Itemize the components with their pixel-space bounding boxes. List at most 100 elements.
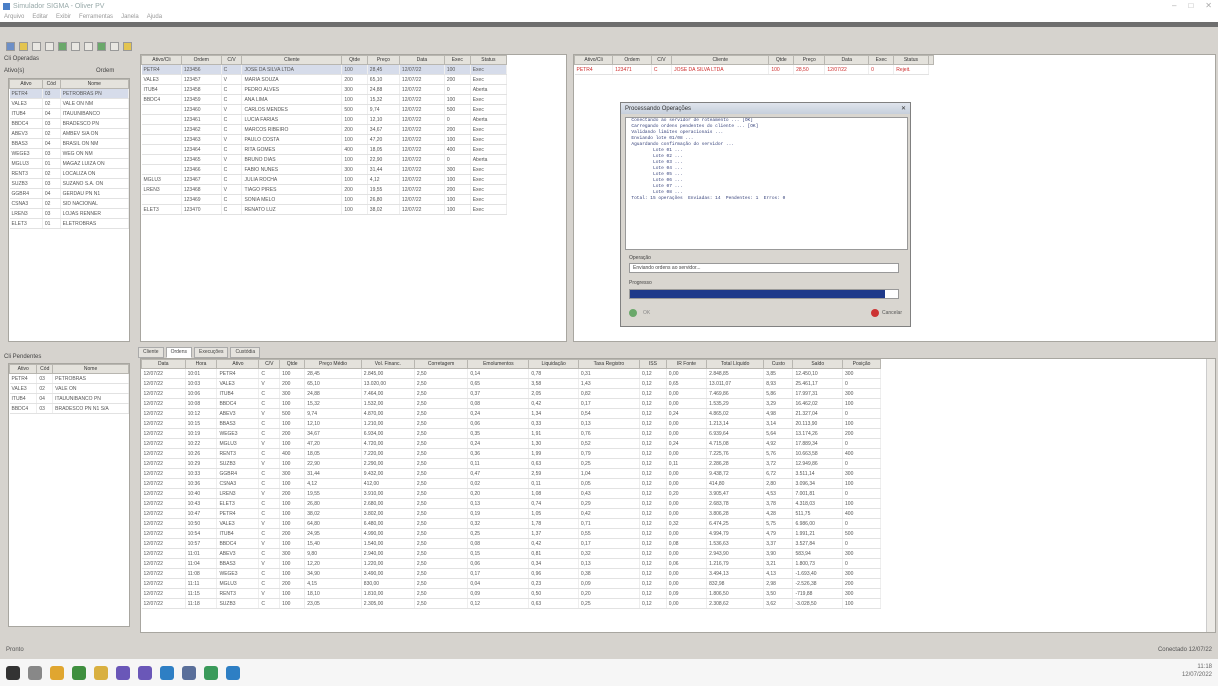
table-row[interactable]: 12/07/22 10:06 ITUB4 C 300 24,88 7.464,00 2,50 0… bbox=[141, 388, 881, 399]
column-header[interactable]: Exec bbox=[443, 55, 471, 65]
print-icon[interactable] bbox=[45, 41, 54, 51]
table-row[interactable]: 12/07/22 10:03 VALE3 V 200 65,10 13.020,00 2,50… bbox=[141, 378, 881, 389]
excel-icon[interactable] bbox=[138, 665, 152, 680]
table-row[interactable]: 12/07/22 10:40 LREN3 V 200 19,55 3.910,00 2,50 0… bbox=[141, 488, 881, 499]
table-row[interactable]: BBDC4 03 BRADESCO PN N1 S/A bbox=[9, 403, 129, 414]
table-row[interactable]: PETR4 123456 C JOSE DA SILVA LTDA 100 28,45 12… bbox=[141, 64, 508, 75]
table-row[interactable]: VALE3 02 VALE ON NM bbox=[9, 98, 129, 109]
help-icon[interactable] bbox=[123, 41, 132, 51]
table-row[interactable]: LREN3 03 LOJAS RENNER bbox=[9, 208, 129, 219]
table-row[interactable]: 12/07/22 10:57 BBDC4 V 100 15,40 1.540,00 2,50 0… bbox=[141, 538, 881, 549]
column-header[interactable]: Status bbox=[469, 55, 508, 65]
column-header[interactable]: Preço bbox=[793, 55, 826, 65]
column-header[interactable]: C/V bbox=[650, 55, 673, 65]
column-header[interactable]: Nome bbox=[52, 364, 129, 374]
column-header[interactable]: Hora bbox=[184, 359, 218, 369]
column-header[interactable]: Total Líquido bbox=[706, 359, 765, 369]
table-row[interactable]: 123465 V BRUNO DIAS 100 22,90 12/07/22 0 Aberta bbox=[141, 154, 508, 165]
tab-orders[interactable]: Ordens bbox=[165, 347, 192, 358]
column-header[interactable]: Custo bbox=[763, 359, 794, 369]
column-header[interactable]: Preço Médio bbox=[304, 359, 362, 369]
table-row[interactable]: MGLU3 123467 C JULIA ROCHA 100 4,12 12/07/22 10… bbox=[141, 174, 508, 185]
table-row[interactable]: 12/07/22 10:33 GGBR4 C 300 31,44 9.432,00 2,50 0… bbox=[141, 468, 881, 479]
table-row[interactable]: 123460 V CARLOS MENDES 500 9,74 12/07/22 500 Ex… bbox=[141, 104, 508, 115]
column-header[interactable]: C/V bbox=[220, 55, 243, 65]
column-header[interactable]: Taxa Registro bbox=[577, 359, 640, 369]
minimize-button[interactable]: – bbox=[1172, 1, 1176, 10]
table-row[interactable]: ITUB4 123458 C PEDRO ALVES 300 24,88 12/07/22 0… bbox=[141, 84, 508, 95]
table-row[interactable]: 12/07/22 11:11 MGLU3 C 200 4,15 830,00 2,50 0,04… bbox=[141, 578, 881, 589]
table-row[interactable]: BBAS3 04 BRASIL ON NM bbox=[9, 138, 129, 149]
column-header[interactable]: Data bbox=[141, 359, 186, 369]
maximize-button[interactable]: □ bbox=[1188, 1, 1193, 10]
files-icon[interactable] bbox=[50, 665, 64, 680]
simulator-icon[interactable] bbox=[226, 665, 240, 680]
column-header[interactable]: Emolumentos bbox=[467, 359, 530, 369]
search-icon[interactable] bbox=[71, 41, 80, 51]
table-row[interactable]: CSNA3 02 SID NACIONAL bbox=[9, 198, 129, 209]
table-row[interactable]: 12/07/22 10:22 MGLU3 V 100 47,20 4.720,00 2,50 0… bbox=[141, 438, 881, 449]
table-row[interactable]: PETR4 03 PETROBRAS PN bbox=[9, 88, 129, 99]
chrome-icon[interactable] bbox=[72, 665, 86, 680]
table-row[interactable]: 123461 C LUCIA FARIAS 100 12,10 12/07/22 0 Aber… bbox=[141, 114, 508, 125]
menu-window[interactable]: Janela bbox=[121, 14, 139, 20]
column-header[interactable]: Cliente bbox=[241, 55, 343, 65]
mail-icon[interactable] bbox=[94, 665, 108, 680]
table-row[interactable]: WEGE3 03 WEG ON NM bbox=[9, 148, 129, 159]
column-header[interactable]: Ativo/Cli bbox=[574, 55, 614, 65]
table-row[interactable]: 123469 C SONIA MELO 100 26,80 12/07/22 100 Exec bbox=[141, 194, 508, 205]
tab-custody[interactable]: Custódia bbox=[230, 347, 261, 358]
table-row[interactable]: ITUB4 04 ITAUUNIBANCO PN bbox=[9, 393, 129, 404]
table-row[interactable]: ITUB4 04 ITAUUNIBANCO bbox=[9, 108, 129, 119]
column-header[interactable]: Liquidação bbox=[528, 359, 579, 369]
table-row[interactable]: 12/07/22 10:47 PETR4 C 100 38,02 3.802,00 2,50 0… bbox=[141, 508, 881, 519]
column-header[interactable]: IR Fonte bbox=[665, 359, 708, 369]
table-row[interactable]: PETR4 03 PETROBRAS bbox=[9, 373, 129, 384]
table-row[interactable]: 12/07/22 10:01 PETR4 C 100 28,45 2.845,00 2,50 0… bbox=[141, 368, 881, 379]
column-header[interactable]: Ordem bbox=[180, 55, 222, 65]
column-header[interactable]: Data bbox=[824, 55, 870, 65]
table-row[interactable]: 12/07/22 11:08 WEGE3 C 100 34,90 3.490,00 2,50 0… bbox=[141, 568, 881, 579]
column-header[interactable]: Status bbox=[893, 55, 929, 65]
column-header[interactable]: Ativo bbox=[9, 79, 43, 89]
column-header[interactable]: Cód bbox=[36, 364, 54, 374]
filter-icon[interactable] bbox=[84, 41, 93, 51]
open-icon[interactable] bbox=[19, 41, 28, 51]
table-row[interactable]: 12/07/22 11:18 SUZB3 C 100 23,05 2.305,00 2,50 0… bbox=[141, 598, 881, 609]
table-row[interactable]: 12/07/22 10:08 BBDC4 C 100 15,32 1.532,00 2,50 0… bbox=[141, 398, 881, 409]
table-row[interactable]: VALE3 02 VALE ON bbox=[9, 383, 129, 394]
store-icon[interactable] bbox=[204, 665, 218, 680]
column-header[interactable]: Cód bbox=[41, 79, 61, 89]
close-button[interactable]: ✕ bbox=[1205, 1, 1212, 10]
table-row[interactable]: 12/07/22 10:50 VALE3 V 100 64,80 6.480,00 2,50 0… bbox=[141, 518, 881, 529]
column-header[interactable]: Qtde bbox=[768, 55, 795, 65]
column-header[interactable]: Preço bbox=[366, 55, 400, 65]
column-header[interactable]: Vol. Financ. bbox=[360, 359, 415, 369]
table-row[interactable]: LREN3 123468 V TIAGO PIRES 200 19,55 12/07/22 2… bbox=[141, 184, 508, 195]
dialog-close-button[interactable]: ✕ bbox=[901, 105, 906, 112]
table-row[interactable]: 12/07/22 10:43 ELET3 C 100 26,80 2.680,00 2,50 0… bbox=[141, 498, 881, 509]
table-row[interactable]: ELET3 01 ELETROBRAS bbox=[9, 218, 129, 229]
menu-tools[interactable]: Ferramentas bbox=[79, 14, 113, 20]
column-header[interactable]: Corretagem bbox=[413, 359, 469, 369]
table-row[interactable]: 12/07/22 10:26 RENT3 C 400 18,05 7.220,00 2,50 0… bbox=[141, 448, 881, 459]
table-row[interactable]: 12/07/22 10:19 WEGE3 C 200 34,67 6.934,00 2,50 0… bbox=[141, 428, 881, 439]
search-icon[interactable] bbox=[28, 665, 42, 680]
refresh-icon[interactable] bbox=[58, 41, 67, 51]
table-row[interactable]: 12/07/22 10:36 CSNA3 C 100 4,12 412,00 2,50 0,02… bbox=[141, 478, 881, 489]
column-header[interactable]: Qtde bbox=[279, 359, 306, 369]
start-icon[interactable] bbox=[6, 665, 20, 680]
teams-icon[interactable] bbox=[116, 665, 130, 680]
column-header[interactable]: Posição bbox=[842, 359, 881, 369]
table-row[interactable]: 12/07/22 10:15 BBAS3 C 100 12,10 1.210,00 2,50 0… bbox=[141, 418, 881, 429]
table-row[interactable]: MGLU3 01 MAGAZ LUIZA ON bbox=[9, 158, 129, 169]
table-row[interactable]: BBDC4 123459 C ANA LIMA 100 15,32 12/07/22 100 E… bbox=[141, 94, 508, 105]
dialog-title-bar[interactable]: Processando Operações ✕ bbox=[621, 103, 910, 114]
column-header[interactable]: Ativo/Cli bbox=[141, 55, 182, 65]
new-icon[interactable] bbox=[6, 41, 15, 51]
table-row[interactable]: GGBR4 04 GERDAU PN N1 bbox=[9, 188, 129, 199]
menu-view[interactable]: Exibir bbox=[56, 14, 71, 20]
column-header[interactable]: Qtde bbox=[341, 55, 368, 65]
dialog-ok-button[interactable]: OK bbox=[643, 310, 650, 316]
table-row[interactable]: ABEV3 02 AMBEV S/A ON bbox=[9, 128, 129, 139]
